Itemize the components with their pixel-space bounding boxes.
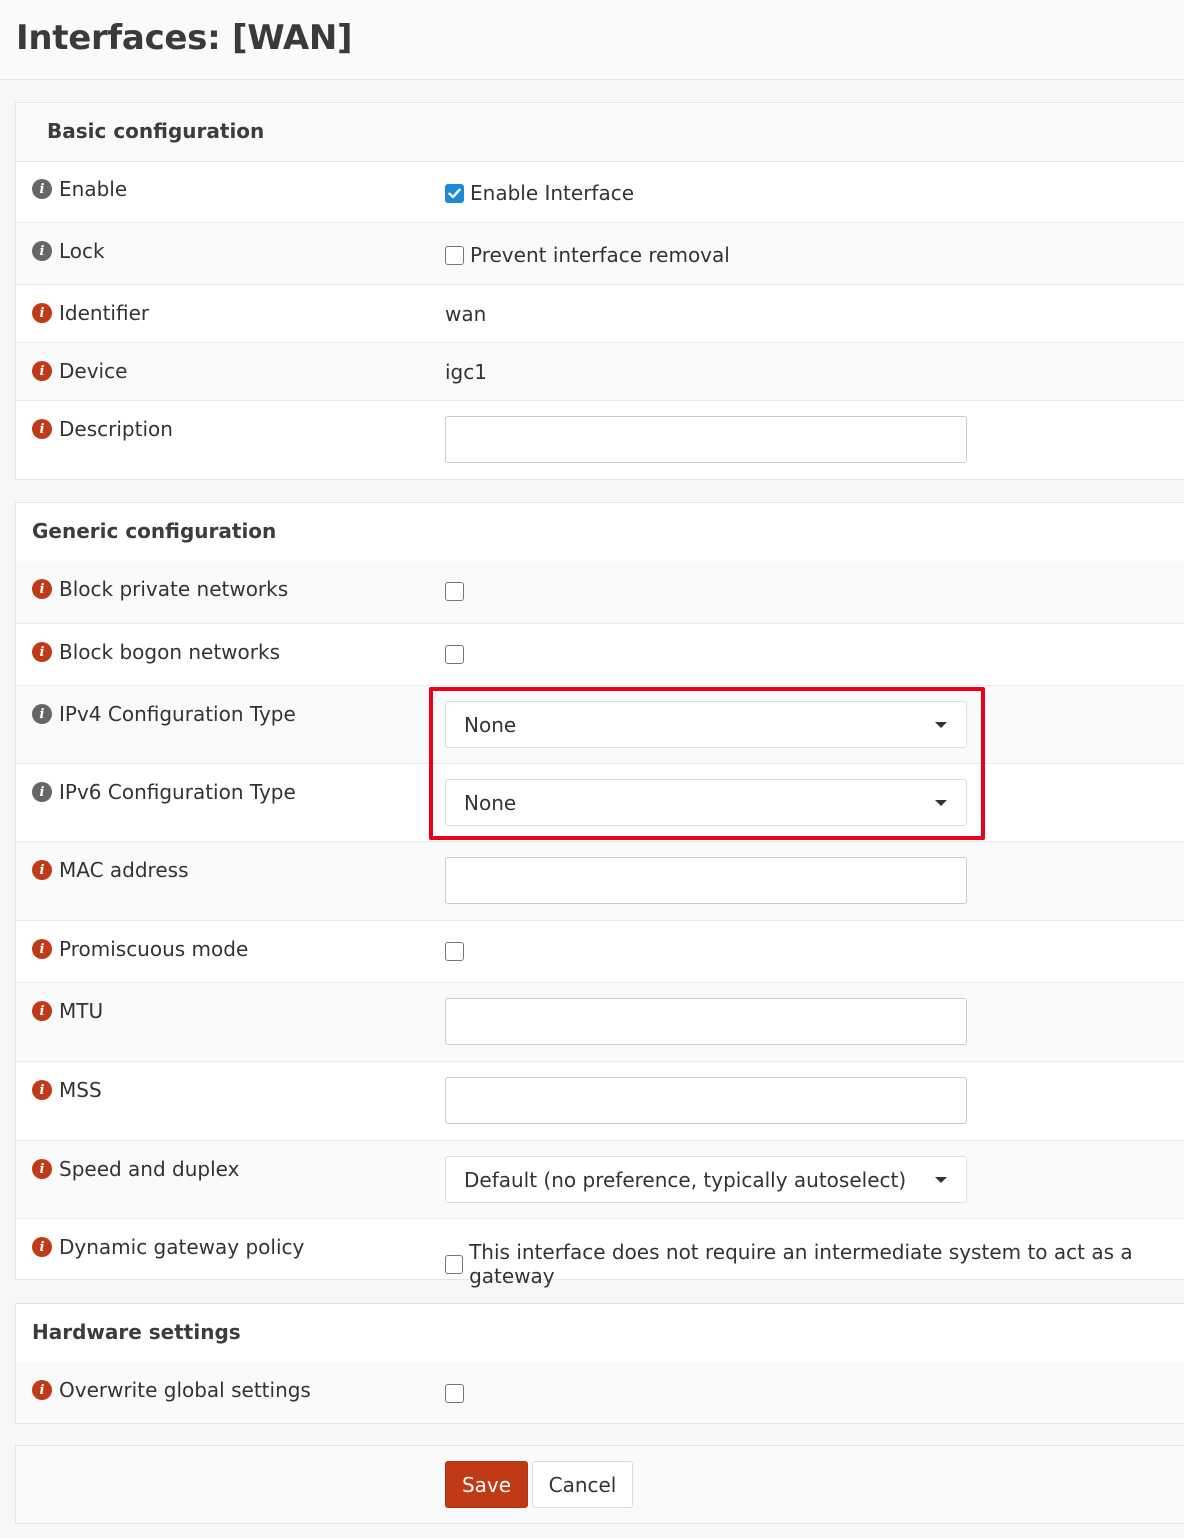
info-icon[interactable]: i	[32, 860, 52, 880]
speed-duplex-select[interactable]: Default (no preference, typically autose…	[445, 1156, 967, 1203]
promiscuous-label: i Promiscuous mode	[32, 937, 248, 961]
ipv4-type-label: i IPv4 Configuration Type	[32, 702, 296, 726]
cancel-button[interactable]: Cancel	[532, 1461, 633, 1508]
row-enable: i Enable Enable Interface	[16, 161, 1184, 223]
basic-configuration-panel: Basic configuration i Enable Enable Inte…	[15, 102, 1184, 480]
block-private-checkbox[interactable]	[445, 582, 464, 601]
hardware-settings-panel: Hardware settings i Overwrite global set…	[15, 1303, 1184, 1424]
overwrite-global-label: i Overwrite global settings	[32, 1378, 311, 1402]
info-icon[interactable]: i	[32, 179, 52, 199]
row-promiscuous: i Promiscuous mode	[16, 921, 1184, 983]
row-lock: i Lock Prevent interface removal	[16, 223, 1184, 285]
page-title: Interfaces: [WAN]	[16, 18, 353, 58]
enable-label: i Enable	[32, 177, 127, 201]
generic-configuration-title: Generic configuration	[32, 519, 277, 543]
prevent-removal-checkbox[interactable]	[445, 245, 464, 265]
row-mss: i MSS	[16, 1062, 1184, 1141]
row-device: i Device igc1	[16, 343, 1184, 401]
block-bogon-label: i Block bogon networks	[32, 640, 280, 664]
row-block-bogon: i Block bogon networks	[16, 624, 1184, 686]
row-block-private: i Block private networks	[16, 561, 1184, 624]
row-gateway-policy: i Dynamic gateway policy This interface …	[16, 1219, 1184, 1288]
speed-duplex-selected: Default (no preference, typically autose…	[464, 1168, 907, 1192]
generic-configuration-header: Generic configuration	[16, 503, 1184, 562]
mac-address-input[interactable]	[445, 857, 967, 904]
info-icon[interactable]: i	[32, 241, 52, 261]
info-icon[interactable]: i	[32, 1159, 52, 1179]
info-icon[interactable]: i	[32, 939, 52, 959]
gateway-policy-checkbox-label: This interface does not require an inter…	[469, 1240, 1133, 1288]
speed-duplex-label: i Speed and duplex	[32, 1157, 239, 1181]
hardware-settings-header: Hardware settings	[16, 1304, 1184, 1363]
page-header: Interfaces: [WAN]	[0, 0, 1184, 80]
description-input[interactable]	[445, 416, 967, 463]
block-bogon-checkbox-group[interactable]	[445, 645, 470, 664]
info-icon[interactable]: i	[32, 782, 52, 802]
row-overwrite-global: i Overwrite global settings	[16, 1362, 1184, 1423]
overwrite-global-checkbox[interactable]	[445, 1384, 464, 1403]
checkmark-icon	[448, 188, 461, 198]
info-icon[interactable]: i	[32, 361, 52, 381]
prevent-removal-checkbox-group[interactable]: Prevent interface removal	[445, 243, 730, 267]
block-private-label: i Block private networks	[32, 577, 288, 601]
device-value: igc1	[445, 360, 487, 384]
row-mac-address: i MAC address	[16, 842, 1184, 921]
info-icon[interactable]: i	[32, 1080, 52, 1100]
promiscuous-checkbox[interactable]	[445, 942, 464, 961]
row-description: i Description	[16, 401, 1184, 479]
mtu-input[interactable]	[445, 998, 967, 1045]
mss-input[interactable]	[445, 1077, 967, 1124]
identifier-value: wan	[445, 302, 487, 326]
block-bogon-checkbox[interactable]	[445, 645, 464, 664]
description-label: i Description	[32, 417, 173, 441]
ipv6-type-label: i IPv6 Configuration Type	[32, 780, 296, 804]
hardware-settings-title: Hardware settings	[32, 1320, 241, 1344]
mtu-label: i MTU	[32, 999, 103, 1023]
row-speed-duplex: i Speed and duplex Default (no preferenc…	[16, 1141, 1184, 1219]
mac-address-label: i MAC address	[32, 858, 188, 882]
info-icon[interactable]: i	[32, 579, 52, 599]
device-label: i Device	[32, 359, 127, 383]
basic-configuration-header: Basic configuration	[16, 103, 1184, 162]
info-icon[interactable]: i	[32, 1380, 52, 1400]
caret-down-icon	[935, 1177, 947, 1183]
info-icon[interactable]: i	[32, 1237, 52, 1257]
mss-label: i MSS	[32, 1078, 102, 1102]
basic-configuration-title: Basic configuration	[47, 119, 265, 143]
enable-interface-checkbox-group[interactable]: Enable Interface	[445, 181, 634, 205]
info-icon[interactable]: i	[32, 419, 52, 439]
block-private-checkbox-group[interactable]	[445, 582, 470, 601]
info-icon[interactable]: i	[32, 303, 52, 323]
promiscuous-checkbox-group[interactable]	[445, 942, 470, 961]
overwrite-global-checkbox-group[interactable]	[445, 1384, 470, 1403]
generic-configuration-panel: Generic configuration i Block private ne…	[15, 502, 1184, 1288]
info-icon[interactable]: i	[32, 704, 52, 724]
highlight-box	[429, 687, 985, 840]
identifier-label: i Identifier	[32, 301, 149, 325]
row-mtu: i MTU	[16, 983, 1184, 1062]
prevent-removal-label: Prevent interface removal	[470, 243, 730, 267]
save-button[interactable]: Save	[445, 1461, 528, 1508]
gateway-policy-checkbox[interactable]	[445, 1254, 464, 1274]
info-icon[interactable]: i	[32, 642, 52, 662]
gateway-policy-label: i Dynamic gateway policy	[32, 1235, 304, 1259]
info-icon[interactable]: i	[32, 1001, 52, 1021]
row-identifier: i Identifier wan	[16, 285, 1184, 343]
enable-interface-checkbox[interactable]	[445, 183, 464, 203]
gateway-policy-checkbox-group[interactable]: This interface does not require an inter…	[445, 1240, 1184, 1288]
enable-interface-label: Enable Interface	[470, 181, 635, 205]
lock-label: i Lock	[32, 239, 105, 263]
